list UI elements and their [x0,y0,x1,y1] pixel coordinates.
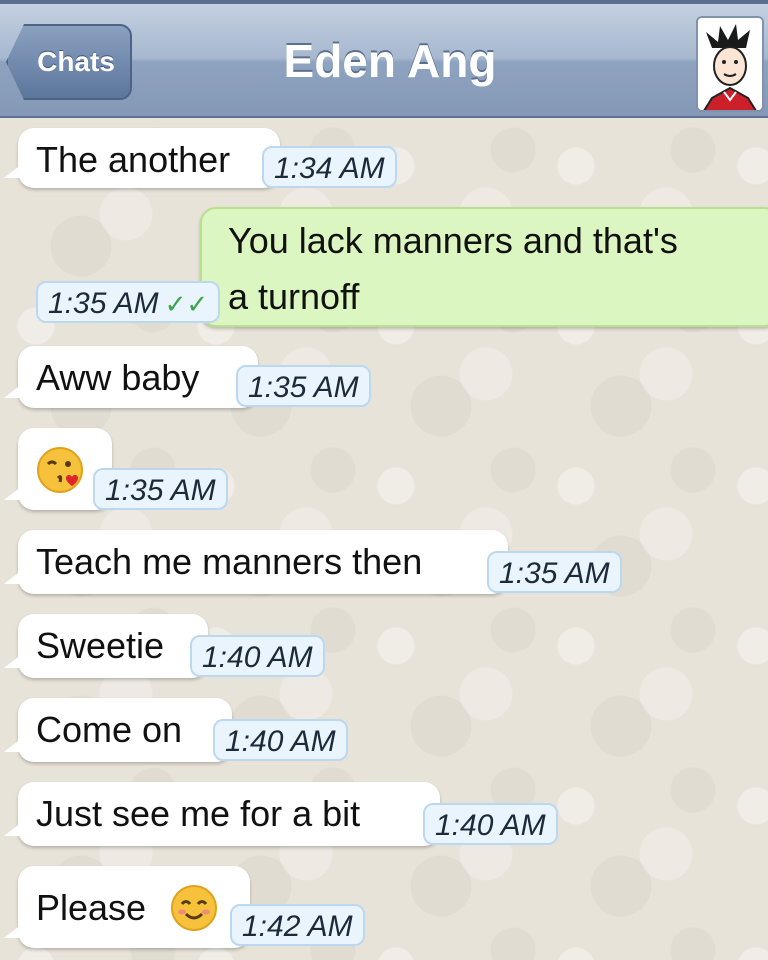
message-bubble-incoming[interactable]: Just see me for a bit [4,782,440,846]
message-text: Sweetie [36,625,165,666]
message-text: Just see me for a bit [36,793,361,834]
message-text: Aww baby [36,357,200,398]
message-text-line2: a turnoff [228,276,360,317]
message-bubble-incoming[interactable]: Please [4,866,250,948]
navigation-bar: Chats Eden Ang [0,0,768,118]
cartoon-avatar-icon [698,18,762,110]
message-text: Teach me manners then [36,541,423,582]
message-timestamp: 1:35 AM ✓✓ [36,281,221,323]
contact-avatar[interactable] [696,16,764,112]
message-timestamp: 1:35 AM [487,551,622,593]
back-button-label: Chats [37,46,115,77]
message-bubble-incoming[interactable]: Sweetie [4,614,208,678]
message-bubble-outgoing[interactable]: You lack manners and that's a turnoff [200,207,768,327]
message-text: Please [36,887,147,928]
message-timestamp: 1:40 AM [190,635,325,677]
message-timestamp: 1:35 AM [93,468,228,510]
message-text: The another [36,139,231,180]
smiling-face-emoji-icon [171,885,217,931]
message-timestamp: 1:40 AM [213,719,348,761]
message-timestamp: 1:42 AM [230,904,365,946]
message-bubble-incoming[interactable]: Aww baby [4,346,258,408]
back-to-chats-button[interactable]: Chats [6,24,132,100]
message-timestamp: 1:34 AM [262,146,397,188]
message-bubble-incoming[interactable]: Come on [4,698,232,762]
message-bubble-incoming[interactable]: The another [4,128,280,188]
read-double-check-icon: ✓✓ [164,289,209,319]
contact-name-title[interactable]: Eden Ang [220,34,560,88]
timestamp-text: 1:35 AM [48,287,159,320]
message-text-line1: You lack manners and that's [228,220,678,261]
message-timestamp: 1:40 AM [423,803,558,845]
message-bubble-incoming[interactable]: Teach me manners then [4,530,508,594]
face-throwing-kiss-emoji-icon [37,447,83,493]
message-timestamp: 1:35 AM [236,365,371,407]
message-text: Come on [36,709,183,750]
